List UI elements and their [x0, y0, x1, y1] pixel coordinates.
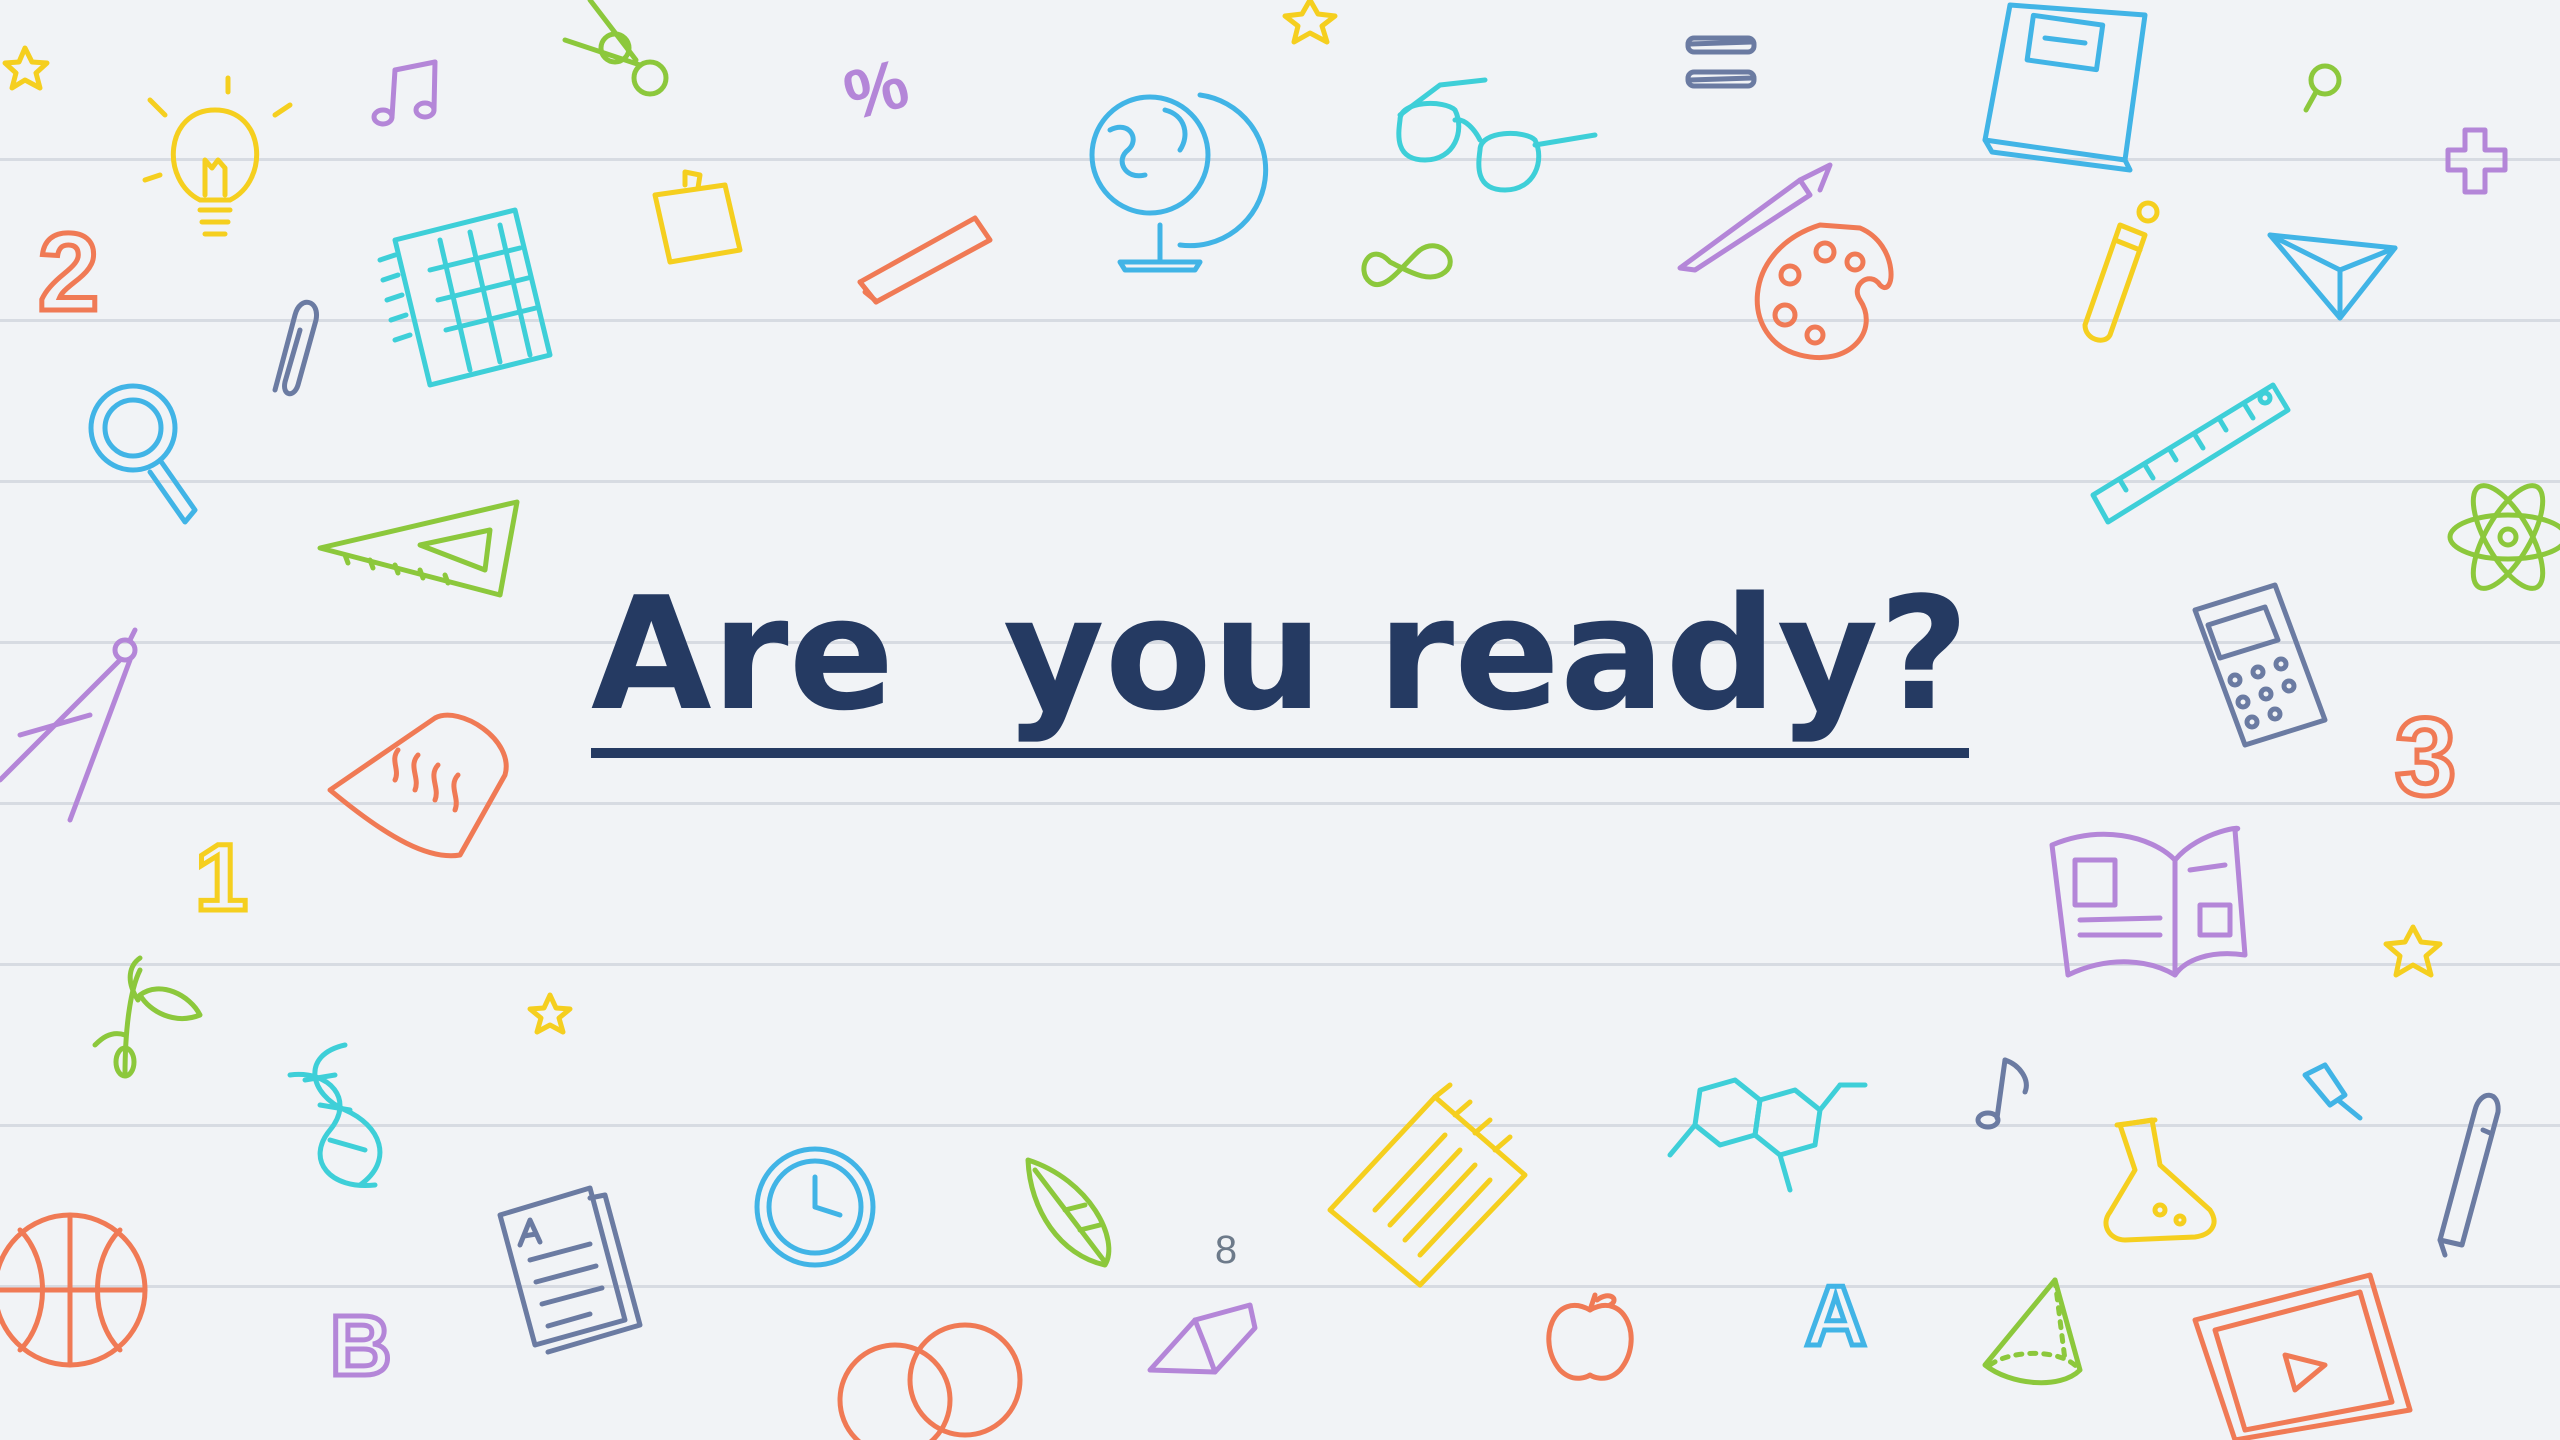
small-magnifier-icon: [2303, 63, 2342, 113]
molecule-icon: [1667, 1077, 1868, 1193]
graded-paper-icon: [497, 1185, 643, 1355]
paperclip-icon: [272, 300, 319, 397]
star-icon: [527, 992, 573, 1035]
push-pin-icon: [2302, 1062, 2363, 1121]
star-icon: [1282, 0, 1338, 45]
number-one-icon: 1: [195, 825, 248, 931]
glasses-icon: [1396, 77, 1598, 193]
music-note-icon: [371, 59, 438, 127]
title-container: Are you ready?: [0, 564, 2560, 759]
scissors-icon: [562, 0, 669, 97]
clock-icon: [754, 1146, 876, 1268]
letter-b-icon: B: [330, 1299, 391, 1394]
magnifying-glass-icon: [88, 383, 198, 525]
palette-icon: [1754, 222, 1894, 361]
ruler-icon: [2090, 382, 2291, 525]
star-icon: [2, 45, 50, 91]
eraser-icon: [1147, 1302, 1258, 1375]
venn-diagram-icon: [837, 1322, 1023, 1440]
globe-icon: [1089, 92, 1269, 273]
star-icon: [2383, 924, 2443, 978]
cone-icon: [1982, 1277, 2083, 1386]
percent-icon: %: [836, 44, 916, 135]
equals-icon: [1685, 35, 1757, 89]
open-book-icon: [2049, 825, 2248, 978]
notepad-icon: [1327, 1082, 1528, 1288]
letter-a-icon: A: [1805, 1269, 1866, 1364]
leaf-icon: [1025, 1157, 1112, 1268]
apple-icon: [1546, 1292, 1634, 1381]
music-note-icon: [1975, 1057, 2029, 1130]
sticky-note-icon: [652, 169, 743, 265]
sprout-icon: [92, 955, 203, 1079]
lightbulb-icon: [142, 75, 293, 237]
notebook-grid-icon: [377, 207, 553, 388]
glue-stick-icon: [2082, 200, 2160, 343]
basketball-icon: [0, 1212, 148, 1368]
plus-icon: [2445, 127, 2508, 195]
pencil-icon: [857, 215, 993, 305]
number-two-icon: 2: [38, 211, 99, 334]
video-tablet-icon: [2192, 1272, 2413, 1440]
paper-plane-icon: [2267, 232, 2398, 321]
dna-icon: [287, 1042, 383, 1189]
book-icon: [1982, 2, 2148, 173]
infinity-icon: [1361, 243, 1453, 287]
page-number: 8: [1214, 1228, 1238, 1272]
lab-flask-icon: [2103, 1117, 2217, 1243]
paint-brush-icon: [1677, 162, 1833, 273]
pen-icon: [2437, 1092, 2501, 1258]
slide-title: Are you ready?: [590, 564, 1970, 759]
